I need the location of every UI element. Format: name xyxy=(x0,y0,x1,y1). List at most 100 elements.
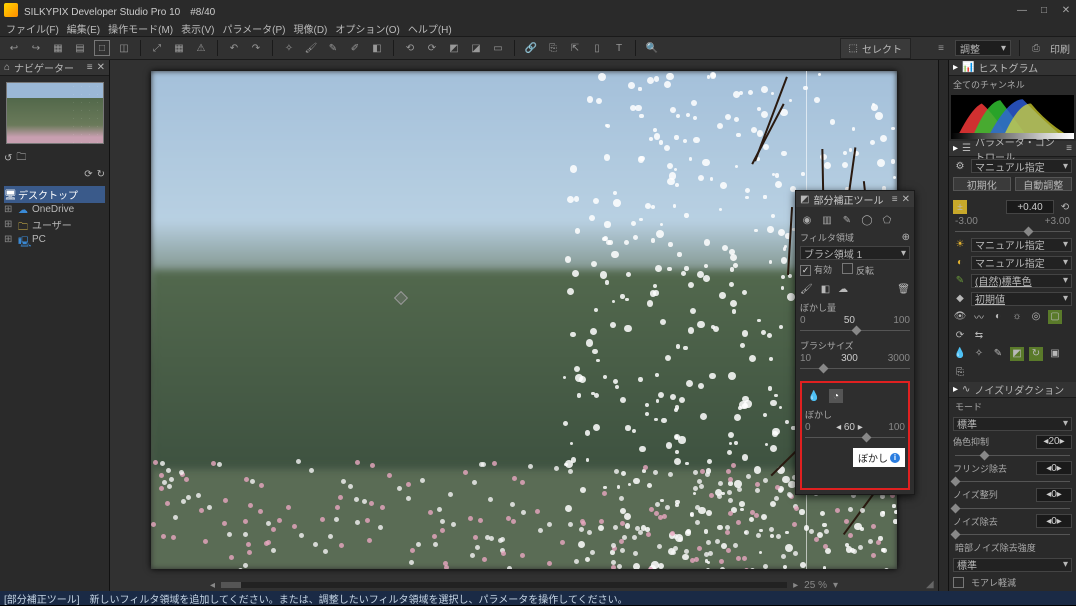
float-close-icon[interactable]: ✕ xyxy=(902,194,910,205)
polygon-icon[interactable]: ⬠ xyxy=(880,213,894,227)
dropper2-icon[interactable]: 💧 xyxy=(953,347,967,361)
float-header[interactable]: ◩ 部分補正ツール ≡ ✕ xyxy=(796,191,914,207)
lens-icon[interactable]: ◎ xyxy=(1029,310,1043,324)
false-color-slider[interactable] xyxy=(949,451,1076,460)
print-icon[interactable]: ⎙ xyxy=(1028,40,1044,56)
fringe-slider[interactable] xyxy=(949,477,1076,486)
fit-icon[interactable]: ⤢ xyxy=(149,40,165,56)
expand-icon[interactable]: ⊞ xyxy=(4,204,14,215)
warn-icon[interactable]: ⚠ xyxy=(193,40,209,56)
menu-parameter[interactable]: パラメータ(P) xyxy=(220,21,287,36)
partial-icon[interactable]: ◩ xyxy=(1010,347,1024,361)
reload-icon[interactable]: ↻ xyxy=(97,169,105,180)
erase-icon[interactable]: ◧ xyxy=(369,40,385,56)
brush2-icon[interactable]: ✎ xyxy=(991,347,1005,361)
bokeh-info-button[interactable]: ぼかしi xyxy=(853,448,905,467)
brush-shape-icon[interactable]: ✎ xyxy=(840,213,854,227)
moire-checkbox[interactable] xyxy=(953,577,964,588)
adjust-dropdown[interactable]: 調整▾ xyxy=(955,40,1011,56)
dropper-icon[interactable]: ✎ xyxy=(325,40,341,56)
noise-mode-dropdown[interactable]: 標準▾ xyxy=(953,417,1072,431)
fringe-value[interactable]: ◂0▸ xyxy=(1036,461,1072,475)
link2-icon[interactable]: ⇆ xyxy=(972,329,986,343)
crop-icon[interactable]: ◩ xyxy=(446,40,462,56)
tab-drop-icon[interactable]: 💧 xyxy=(807,389,821,403)
collapse-icon[interactable]: ▸ xyxy=(953,143,958,154)
resize-grip-icon[interactable]: ◢ xyxy=(926,579,936,589)
thumb-icon[interactable]: ▤ xyxy=(72,40,88,56)
curve-icon[interactable]: 〰 xyxy=(972,310,986,324)
nav-menu-icon[interactable]: ≡ xyxy=(87,62,93,73)
nr-rem-value[interactable]: ◂0▸ xyxy=(1036,514,1072,528)
ellipse-icon[interactable]: ◯ xyxy=(860,213,874,227)
pen-icon[interactable]: ✐ xyxy=(347,40,363,56)
invert-checkbox[interactable] xyxy=(842,263,853,274)
crop3-icon[interactable]: ▣ xyxy=(1048,347,1062,361)
zoom-dd-icon[interactable]: ▾ xyxy=(833,580,838,591)
eye-icon[interactable]: 👁 xyxy=(953,310,967,324)
undo-icon[interactable]: ↶ xyxy=(226,40,242,56)
wand-icon[interactable]: ✧ xyxy=(281,40,297,56)
redo-icon[interactable]: ↷ xyxy=(248,40,264,56)
contrast-icon[interactable]: ◐ xyxy=(991,310,1005,324)
float-menu-icon[interactable]: ≡ xyxy=(892,194,898,205)
reset-icon[interactable]: ⟲ xyxy=(1058,200,1072,214)
blur-amount-slider[interactable] xyxy=(800,327,910,335)
image-canvas[interactable] xyxy=(151,71,897,569)
expand-icon[interactable]: ⊞ xyxy=(4,234,14,245)
refresh-icon[interactable]: ⟳ xyxy=(84,169,92,180)
nav-close-icon[interactable]: ✕ xyxy=(97,62,105,73)
menu-mode[interactable]: 操作モード(M) xyxy=(106,21,175,36)
noise-header[interactable]: ▸ ∿ ノイズリダクション xyxy=(949,382,1076,398)
close-button[interactable]: ✕ xyxy=(1060,4,1072,16)
brush-area-dropdown[interactable]: ブラシ領域 1▾ xyxy=(800,246,910,260)
search-icon[interactable]: 🔍 xyxy=(644,40,660,56)
rotate-l-icon[interactable]: ⟲ xyxy=(402,40,418,56)
sharp-dropdown[interactable]: 初期値▾ xyxy=(971,292,1072,306)
tree-item-pc[interactable]: ⊞ 🖳 PC xyxy=(4,233,105,246)
copy-icon[interactable]: ⎘ xyxy=(545,40,561,56)
nr-arr-slider[interactable] xyxy=(949,504,1076,513)
nr-arr-value[interactable]: ◂0▸ xyxy=(1036,488,1072,502)
wb-dropdown[interactable]: マニュアル指定▾ xyxy=(971,238,1072,252)
navigator-thumbnail[interactable] xyxy=(6,82,104,144)
nr-rem-slider[interactable] xyxy=(949,530,1076,539)
text-icon[interactable]: T xyxy=(611,40,627,56)
export-icon[interactable]: ⇱ xyxy=(567,40,583,56)
rotate-icon[interactable]: ⟳ xyxy=(953,329,967,343)
folder-icon[interactable]: 🗀 xyxy=(16,150,26,167)
smudge-tool-icon[interactable]: ☁ xyxy=(838,284,848,295)
select-mode-button[interactable]: ⬚ セレクト xyxy=(840,38,911,59)
delete-icon[interactable]: 🗑 xyxy=(897,284,910,295)
brush-size-slider[interactable] xyxy=(800,365,910,373)
color-dropdown[interactable]: (自然)標準色▾ xyxy=(971,274,1072,288)
circle-grad-icon[interactable]: ◉ xyxy=(800,213,814,227)
frame-icon[interactable]: ▭ xyxy=(490,40,506,56)
nav-fwd-icon[interactable]: ↪ xyxy=(28,40,44,56)
menu-develop[interactable]: 現像(D) xyxy=(292,21,330,36)
bokeh-slider[interactable] xyxy=(805,434,905,442)
grid2-icon[interactable]: ▦ xyxy=(171,40,187,56)
menu-edit[interactable]: 編集(E) xyxy=(65,21,102,36)
brush-icon[interactable]: 🖌 xyxy=(303,40,319,56)
box-icon[interactable]: ▢ xyxy=(1048,310,1062,324)
param-control-header[interactable]: ▸ ☰ パラメータ・コントロール ≡ xyxy=(949,141,1076,157)
link-icon[interactable]: 🔗 xyxy=(523,40,539,56)
linear-grad-icon[interactable]: ▥ xyxy=(820,213,834,227)
tone-dropdown[interactable]: マニュアル指定▾ xyxy=(971,256,1072,270)
minimize-button[interactable]: — xyxy=(1016,4,1028,16)
exposure-slider[interactable] xyxy=(949,227,1076,236)
nav-back-icon[interactable]: ↩ xyxy=(6,40,22,56)
collapse-icon[interactable]: ▸ xyxy=(953,384,958,395)
menu-file[interactable]: ファイル(F) xyxy=(4,21,61,36)
batch-icon[interactable]: ⎘ xyxy=(953,366,967,380)
init-button[interactable]: 初期化 xyxy=(953,177,1011,191)
rotate2-icon[interactable]: ↻ xyxy=(1029,347,1043,361)
menu-option[interactable]: オプション(O) xyxy=(333,21,401,36)
grid-icon[interactable]: ▦ xyxy=(50,40,66,56)
layers-icon[interactable]: ▯ xyxy=(589,40,605,56)
rotate-r-icon[interactable]: ⟳ xyxy=(424,40,440,56)
zoom-in-icon[interactable]: ▸ xyxy=(793,580,798,591)
expand-icon[interactable]: ⊞ xyxy=(4,219,14,230)
dual-icon[interactable]: ◫ xyxy=(116,40,132,56)
